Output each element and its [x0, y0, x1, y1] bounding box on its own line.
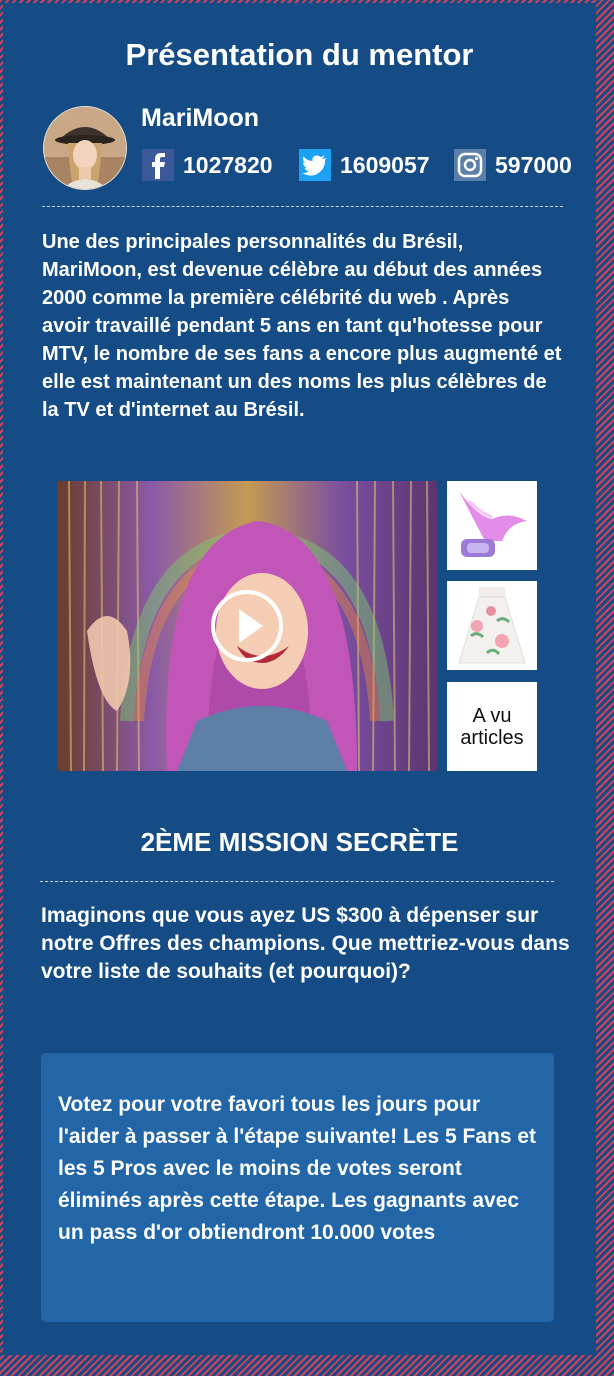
twitter-icon	[299, 149, 331, 181]
more-articles-button[interactable]: A vu articles	[447, 682, 537, 771]
vote-info-text: Votez pour votre favori tous les jours p…	[58, 1093, 537, 1244]
mentor-name: MariMoon	[141, 104, 260, 132]
instagram-stat[interactable]: 597000	[454, 148, 572, 182]
more-articles-label: A vu articles	[460, 704, 524, 749]
mentor-bio: Une des principales personnalités du Bré…	[42, 231, 562, 421]
mentor-panel: Présentation du mentor MariMoon 1027820 …	[3, 3, 596, 1355]
instagram-count: 597000	[495, 151, 572, 178]
vote-info-box: Votez pour votre favori tous les jours p…	[41, 1053, 554, 1322]
divider	[40, 881, 554, 882]
twitter-count: 1609057	[340, 151, 430, 178]
instagram-icon	[454, 149, 486, 181]
facebook-icon	[142, 149, 174, 181]
divider	[42, 206, 563, 207]
mentor-avatar[interactable]	[43, 106, 127, 190]
product-thumb-mermaid-fin[interactable]	[447, 481, 537, 570]
facebook-stat[interactable]: 1027820	[142, 148, 273, 182]
mission-question: Imaginons que vous ayez US $300 à dépens…	[41, 904, 570, 983]
page-title: Présentation du mentor	[125, 37, 474, 72]
twitter-stat[interactable]: 1609057	[299, 148, 430, 182]
mission-title: 2ÈME MISSION SECRÈTE	[140, 827, 459, 857]
video-player[interactable]	[57, 481, 437, 771]
product-thumb-skirt[interactable]	[447, 581, 537, 670]
facebook-count: 1027820	[183, 151, 273, 178]
